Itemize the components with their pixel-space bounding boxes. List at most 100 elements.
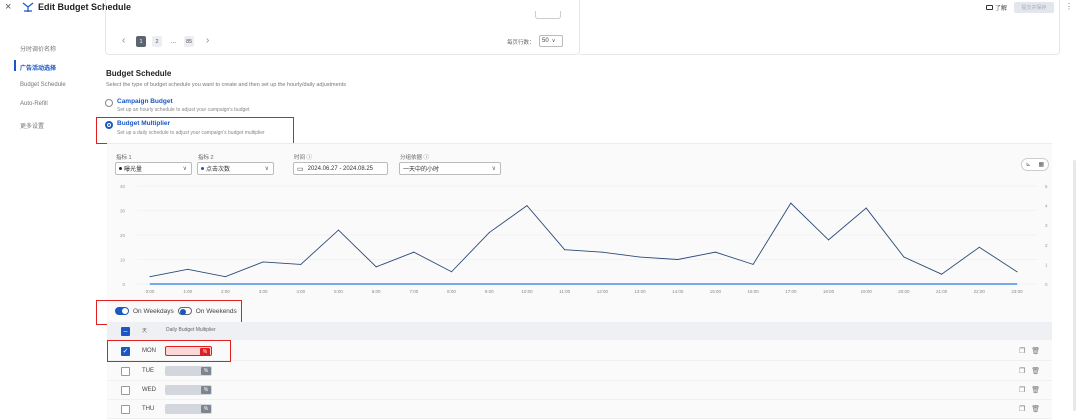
sidebar-active-indicator [14, 60, 16, 71]
table-row: TUE % ❐ 🗑 [107, 362, 1052, 381]
per-page-label: 每页行数： [507, 40, 535, 46]
table-row: WED % ❐ 🗑 [107, 381, 1052, 400]
data-point [903, 256, 905, 258]
data-point [941, 283, 943, 285]
x-tick-label: 2:00 [221, 289, 230, 294]
data-point [677, 259, 679, 260]
multiplier-input[interactable]: % [165, 366, 212, 376]
scroll-handle[interactable] [535, 11, 561, 19]
data-point [488, 283, 490, 285]
y-tick-label: 40 [120, 184, 126, 189]
page-1-button[interactable]: 1 [136, 36, 146, 47]
sidebar-item-campaign-select[interactable]: 广告活动选择 [20, 63, 56, 72]
data-point [451, 271, 453, 273]
data-point [337, 283, 339, 285]
budget-multiplier-title: Budget Multiplier [117, 120, 171, 127]
budget-multiplier-radio[interactable] [105, 121, 113, 129]
x-tick-label: 0:00 [146, 289, 155, 294]
page-85-button[interactable]: 85 [184, 36, 195, 47]
data-point [828, 239, 830, 241]
data-point [413, 283, 415, 285]
weekdays-toggle[interactable] [115, 307, 129, 315]
y-tick-label: 20 [120, 233, 126, 238]
chart-view-icon[interactable]: ⊾ [1026, 161, 1031, 168]
sidebar-item-name[interactable]: 分时调价名称 [20, 44, 56, 53]
y2-tick-label: 3 [1045, 223, 1048, 228]
group-label: 分组依据 ⓘ [400, 155, 430, 161]
x-tick-label: 19:00 [861, 289, 873, 294]
y-tick-label: 30 [120, 209, 126, 214]
data-point [601, 251, 603, 253]
data-point [865, 207, 867, 209]
campaign-budget-radio[interactable] [105, 99, 113, 107]
series-line [149, 202, 1018, 278]
data-point [187, 283, 189, 285]
page-scrollbar[interactable] [1073, 160, 1076, 411]
row-checkbox[interactable] [121, 386, 130, 395]
x-tick-label: 8:00 [447, 289, 456, 294]
delete-icon[interactable]: 🗑 [1031, 405, 1040, 413]
metric1-select[interactable]: 曝光量 ∨ [115, 162, 192, 175]
select-all-checkbox[interactable]: – [121, 327, 130, 336]
data-point [601, 283, 603, 285]
x-tick-label: 3:00 [259, 289, 268, 294]
data-point [903, 283, 905, 285]
row-checkbox[interactable] [121, 367, 130, 376]
row-checkbox[interactable] [121, 405, 130, 414]
data-point [526, 283, 528, 285]
table-view-icon[interactable]: ▦ [1038, 161, 1044, 168]
table-row: ✓ MON % ❐ 🗑 [107, 342, 1052, 361]
data-point [262, 283, 264, 285]
y2-tick-label: 2 [1045, 243, 1048, 248]
date-range-input[interactable]: ▭ 2024.06.27 - 2024.08.25 [293, 162, 388, 175]
per-page-select[interactable]: 50 ∨ [539, 35, 563, 47]
view-toggle[interactable]: ⊾ ▦ [1021, 158, 1049, 171]
day-toggle-row: On Weekdays On Weekends [115, 307, 237, 315]
x-tick-label: 11:00 [559, 289, 570, 294]
sidebar-item-more-settings[interactable]: 更多设置 [20, 121, 44, 130]
data-point [1016, 271, 1018, 273]
delete-icon[interactable]: 🗑 [1031, 386, 1040, 394]
data-point [714, 283, 716, 285]
x-tick-label: 15:00 [710, 289, 722, 294]
data-point [300, 283, 302, 285]
x-tick-label: 10:00 [521, 289, 533, 294]
group-by-select[interactable]: 一天中的小时 ∨ [399, 162, 501, 175]
copy-icon[interactable]: ❐ [1019, 386, 1025, 394]
page-2-button[interactable]: 2 [152, 36, 162, 47]
metric2-select[interactable]: 点击次数 ∨ [197, 162, 274, 175]
data-point [978, 246, 980, 248]
data-point [224, 283, 226, 285]
copy-icon[interactable]: ❐ [1019, 347, 1025, 355]
data-point [187, 268, 189, 270]
more-options-icon[interactable]: ⋮ [1065, 2, 1073, 11]
data-point [677, 283, 679, 285]
x-tick-label: 6:00 [372, 289, 381, 294]
close-icon[interactable]: × [5, 1, 11, 13]
multiplier-input[interactable]: % [165, 404, 212, 414]
line-chart: 0 10 20 30 40 0 1 2 3 4 5 0:00 1:00 2:00 3:00 4:00 5:00 6… [120, 184, 1048, 294]
data-point [526, 205, 528, 207]
weekends-toggle[interactable] [177, 307, 192, 315]
copy-icon[interactable]: ❐ [1019, 405, 1025, 413]
multiplier-column-header: Daily Budget Multiplier [166, 327, 216, 333]
day-label: TUE [142, 368, 154, 374]
sidebar-item-budget-schedule[interactable]: Budget Schedule [20, 82, 66, 88]
sidebar-item-auto-refill[interactable]: Auto-Refill [20, 101, 48, 107]
copy-icon[interactable]: ❐ [1019, 367, 1025, 375]
next-page-icon[interactable]: › [206, 35, 209, 46]
multiplier-input[interactable]: % [165, 385, 212, 395]
budget-multiplier-desc: Set up a daily schedule to adjust your c… [117, 130, 265, 136]
day-label: WED [142, 387, 156, 393]
data-point [828, 283, 830, 285]
y2-tick-label: 0 [1045, 282, 1048, 287]
prev-page-icon[interactable]: ‹ [122, 35, 125, 46]
x-tick-label: 13:00 [634, 289, 646, 294]
side-panel-box [580, 0, 1060, 55]
campaign-budget-desc: Set up an hourly schedule to adjust your… [117, 107, 250, 113]
delete-icon[interactable]: 🗑 [1031, 367, 1040, 375]
data-point [149, 276, 151, 278]
data-point [262, 261, 264, 263]
delete-icon[interactable]: 🗑 [1031, 347, 1040, 355]
x-tick-label: 20:00 [898, 289, 910, 294]
